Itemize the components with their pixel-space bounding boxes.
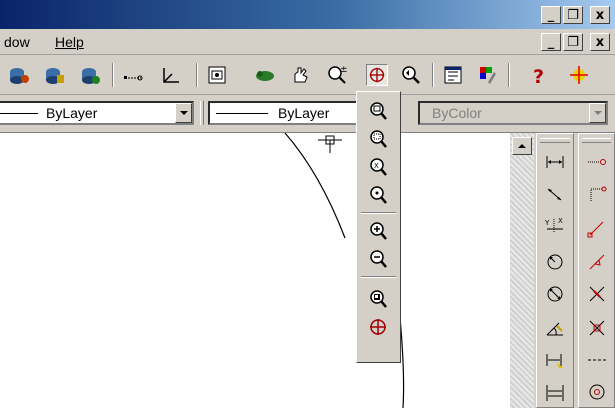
help-icon[interactable]: ? [528, 64, 550, 86]
restore-button[interactable]: ❐ [563, 6, 583, 24]
quick-dimension-icon[interactable] [541, 346, 569, 374]
pan-realtime-icon[interactable] [254, 64, 276, 86]
ordinate-dimension-icon[interactable]: YX [541, 212, 569, 240]
menu-bar: dow Help _ ❐ x [0, 29, 615, 55]
dimension-toolbar: YX [536, 133, 574, 408]
light-icon[interactable] [568, 64, 590, 86]
svg-text:X: X [374, 162, 379, 170]
drawing-area[interactable] [0, 132, 510, 409]
dbconnect-icon[interactable] [8, 64, 30, 86]
flyout-separator [361, 212, 396, 214]
zoom-out-icon[interactable] [365, 246, 391, 272]
drawing-geometry [284, 132, 405, 409]
plotstyle-dropdown-arrow[interactable] [589, 103, 606, 123]
zoom-in-icon[interactable] [365, 218, 391, 244]
zoom-dynamic-icon[interactable] [365, 126, 391, 152]
diameter-dimension-icon[interactable] [541, 280, 569, 308]
lineweight-select[interactable]: ByLayer [208, 101, 358, 125]
vertical-scrollbar[interactable] [510, 133, 534, 408]
temporary-tracking-icon[interactable] [583, 148, 611, 176]
object-snap-toolbar [578, 133, 615, 408]
zoom-all-icon[interactable] [365, 286, 391, 312]
open-icon[interactable] [44, 64, 66, 86]
linetype-value: ByLayer [46, 105, 98, 121]
toolbar-grip [582, 138, 611, 143]
lineweight-preview [216, 113, 268, 114]
svg-text:Y: Y [544, 219, 550, 227]
doc-minimize-button[interactable]: _ [541, 33, 561, 51]
linetype-select[interactable]: ByLayer [0, 101, 194, 125]
title-bar: _ ❐ x [0, 0, 615, 29]
linear-dimension-icon[interactable] [541, 148, 569, 176]
toolbar-separator [112, 63, 114, 87]
export-icon[interactable] [80, 64, 102, 86]
menu-window[interactable]: dow [4, 34, 30, 50]
snap-midpoint-icon[interactable] [583, 248, 611, 276]
angular-dimension-icon[interactable] [541, 314, 569, 342]
zoom-previous-icon[interactable] [400, 64, 422, 86]
properties-icon[interactable] [442, 64, 464, 86]
toolbar-grip [200, 101, 204, 125]
linetype-dropdown-arrow[interactable] [175, 103, 192, 123]
ucs-icon[interactable] [160, 64, 182, 86]
doc-close-button[interactable]: x [590, 33, 610, 51]
zoom-scale-icon[interactable]: X [365, 154, 391, 180]
plotstyle-select[interactable]: ByColor [418, 101, 608, 125]
pan-hand-icon[interactable] [290, 64, 312, 86]
snap-from-icon[interactable] [583, 180, 611, 208]
aerial-view-icon[interactable] [206, 64, 228, 86]
linetype-preview [0, 113, 38, 114]
menu-help[interactable]: Help [55, 34, 84, 50]
right-dock: YX [534, 133, 615, 408]
scroll-up-button[interactable] [512, 137, 532, 155]
snap-endpoint-icon[interactable] [583, 214, 611, 242]
zoom-center-icon[interactable] [365, 182, 391, 208]
zoom-realtime-icon[interactable]: ± [326, 64, 348, 86]
radius-dimension-icon[interactable] [541, 248, 569, 276]
lineweight-value: ByLayer [278, 105, 330, 121]
close-button[interactable]: x [590, 6, 610, 24]
match-properties-icon[interactable] [476, 64, 498, 86]
baseline-dimension-icon[interactable] [541, 378, 569, 406]
plotstyle-value: ByColor [432, 105, 482, 121]
toolbar-separator [508, 63, 510, 87]
doc-restore-button[interactable]: ❐ [563, 33, 583, 51]
toolbar-grip [540, 138, 570, 143]
snap-extension-icon[interactable] [583, 346, 611, 374]
zoom-flyout: X [356, 91, 401, 363]
svg-text:±: ± [340, 65, 348, 75]
svg-text:?: ? [533, 66, 544, 86]
zoom-window-icon[interactable] [366, 64, 388, 86]
zoom-extents-icon[interactable] [365, 314, 391, 340]
snap-intersection-icon[interactable] [583, 280, 611, 308]
standard-toolbar: ± ? [0, 55, 615, 95]
toolbar-separator [196, 63, 198, 87]
snap-center-icon[interactable] [583, 378, 611, 406]
object-properties-toolbar: ByLayer ByLayer ByColor [0, 95, 615, 133]
svg-text:X: X [558, 217, 563, 225]
toolbar-separator [432, 63, 434, 87]
flyout-separator [361, 276, 396, 278]
aligned-dimension-icon[interactable] [541, 180, 569, 208]
snap-apparent-intersection-icon[interactable] [583, 314, 611, 342]
minimize-button[interactable]: _ [541, 6, 561, 24]
distance-icon[interactable] [122, 64, 144, 86]
zoom-window-icon[interactable] [365, 98, 391, 124]
